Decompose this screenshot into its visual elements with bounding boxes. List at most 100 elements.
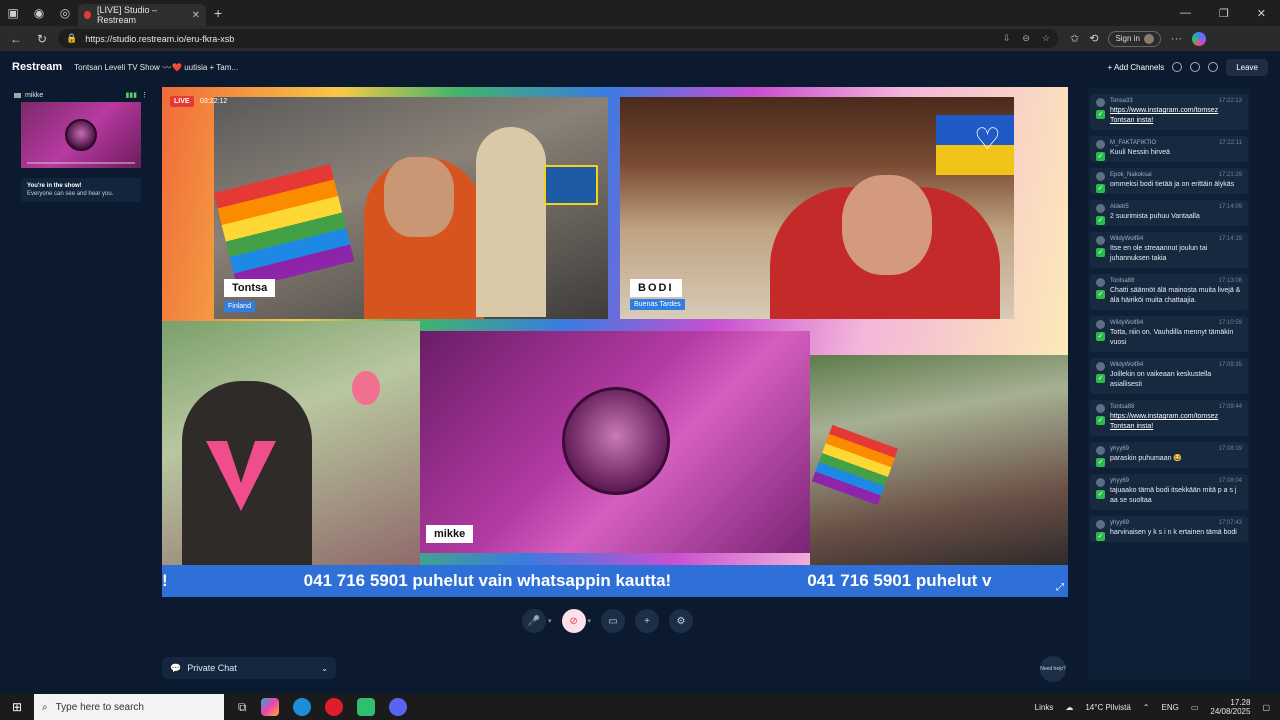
video-tile-mikke[interactable] <box>420 331 810 553</box>
ticker-banner: ! 041 716 5901 puhelut vain whatsappin k… <box>162 565 1068 597</box>
chat-text[interactable]: https://www.instagram.com/tomsez Tontsan… <box>1096 106 1244 126</box>
stage-canvas: LIVE 03:22:12 Tontsa Finland ♡ BODI Buen… <box>162 87 1068 597</box>
in-show-notice: You're in the show! Everyone can see and… <box>21 178 141 202</box>
new-tab-icon[interactable]: + <box>214 5 222 21</box>
info-icon[interactable] <box>1190 62 1201 72</box>
youtube-icon <box>1096 404 1105 413</box>
zoom-icon[interactable]: ⊖ <box>1022 33 1030 44</box>
rainbow-flag-2 <box>811 424 899 506</box>
need-help-button[interactable]: Need help? <box>1040 656 1066 682</box>
taskbar-apps: ⧉ <box>238 698 407 716</box>
chat-text: paraskin puhumaan 😂 <box>1110 455 1183 462</box>
lock-icon: 🔒 <box>66 33 78 43</box>
clock[interactable]: 17.28 24/08/2025 <box>1210 698 1250 716</box>
settings-icon[interactable] <box>1172 62 1183 72</box>
preview-header: mikke ▮▮▮ ⋮ <box>14 88 148 102</box>
chat-timestamp: 17:07:43 <box>1218 520 1242 526</box>
refresh-icon[interactable]: ↻ <box>32 32 52 46</box>
heart-icon: ♡ <box>974 123 1001 156</box>
preview-name: mikke <box>25 91 44 99</box>
preview-menu-icon[interactable]: ⋮ <box>141 91 148 99</box>
app-icon-1[interactable] <box>260 698 279 716</box>
sign-in-button[interactable]: Sign in <box>1108 30 1161 47</box>
self-preview-video[interactable] <box>21 102 141 168</box>
youtube-icon <box>1096 236 1105 245</box>
add-source-button[interactable]: + <box>635 609 660 633</box>
app-icon-4[interactable] <box>356 698 375 716</box>
record-icon[interactable]: ◎ <box>52 0 78 26</box>
network-icon[interactable]: ▭ <box>1191 703 1199 712</box>
history-icon[interactable]: ⟲ <box>1089 32 1098 45</box>
cloud-icon: ☁ <box>1065 702 1074 712</box>
opera-icon[interactable] <box>324 698 343 716</box>
image-tile-left[interactable] <box>162 321 420 565</box>
copilot-icon[interactable] <box>1191 31 1206 46</box>
leave-button[interactable]: Leave <box>1226 58 1268 76</box>
close-window-icon[interactable]: ✕ <box>1257 7 1266 20</box>
close-tab-icon[interactable]: ✕ <box>192 10 200 21</box>
checkmark-icon: ✓ <box>1096 458 1105 467</box>
notifications-icon[interactable]: ▢ <box>1262 703 1270 712</box>
app-icon-5[interactable] <box>388 698 407 716</box>
maximize-icon[interactable]: ❐ <box>1219 7 1229 20</box>
tab-restream[interactable]: [LIVE] Studio – Restream ✕ <box>78 4 206 26</box>
guest-sub-bodi: Buenas Tardes <box>630 299 685 310</box>
language-label[interactable]: ENG <box>1161 703 1178 712</box>
download-icon[interactable]: ⇩ <box>1003 33 1011 44</box>
header-actions: + Add Channels Leave <box>1107 58 1268 76</box>
taskbar-search[interactable]: ⌕ Type here to search <box>34 694 224 720</box>
chat-text[interactable]: https://www.instagram.com/tomsez Tontsan… <box>1096 412 1244 432</box>
chat-timestamp: 17:14:19 <box>1218 236 1242 242</box>
microphone-button[interactable]: 🎤 <box>522 609 546 633</box>
show-title[interactable]: Tontsan Leveli TV Show 〰️❤️ uutisia + Ta… <box>74 63 238 72</box>
clock-time: 17.28 <box>1230 698 1251 707</box>
share-screen-button[interactable]: ▭ <box>601 609 626 633</box>
recording-dot-icon <box>84 11 91 19</box>
layout-icon[interactable] <box>1208 62 1219 72</box>
chat-text: ommeksi bodi tietää ja on erittäin älykä… <box>1110 181 1235 188</box>
brand-logo[interactable]: Restream <box>12 61 62 73</box>
browser-toolbar: ✩ ⟲ Sign in ··· <box>1070 30 1206 47</box>
weather-text[interactable]: 14°C Pilvistä <box>1085 703 1130 712</box>
fullscreen-icon[interactable]: ⤢ <box>1056 582 1064 593</box>
image-tile-right[interactable] <box>810 355 1068 565</box>
tab-title: [LIVE] Studio – Restream <box>96 5 158 25</box>
more-menu-icon[interactable]: ··· <box>1171 33 1182 45</box>
search-icon: ⌕ <box>42 701 48 713</box>
workspaces-icon[interactable]: ◉ <box>26 0 52 26</box>
chevron-down-icon: ⌄ <box>321 663 328 673</box>
links-toolbar[interactable]: Links <box>1035 703 1054 712</box>
chat-text: Itse en ole streaannut joulun tai juhann… <box>1110 245 1208 262</box>
private-chat-toggle[interactable]: 💬 Private Chat ⌄ <box>162 657 336 679</box>
chat-message: ✓ WildyWolf84 17:10:59 Totta, niin on. Vauh… <box>1090 316 1248 352</box>
windows-start-icon[interactable]: ⊞ <box>0 700 34 714</box>
settings-button[interactable]: ⚙ <box>669 609 694 633</box>
minimize-icon[interactable]: — <box>1180 7 1191 20</box>
url-field[interactable]: 🔒 https://studio.restream.io/eru-fkra-xs… <box>58 29 1058 48</box>
camera-options-chevron-icon[interactable]: ▾ <box>588 617 592 625</box>
chat-timestamp: 17:09:44 <box>1218 404 1242 410</box>
ticker-text-a: ! <box>162 571 168 590</box>
youtube-icon <box>1096 520 1105 529</box>
chat-message: ✓ Aldeb5 17:14:09 2 suurimista puhuu Vantaa… <box>1090 200 1248 226</box>
window-menu-icon[interactable]: ▣ <box>0 0 26 26</box>
mic-options-chevron-icon[interactable]: ▾ <box>548 617 552 625</box>
camera-off-button[interactable]: ⊘ <box>561 609 586 633</box>
chat-timestamp: 17:08:04 <box>1218 478 1242 484</box>
youtube-icon <box>1096 446 1105 455</box>
chat-timestamp: 17:08:19 <box>1218 446 1242 452</box>
checkmark-icon: ✓ <box>1096 332 1105 341</box>
chat-timestamp: 17:10:59 <box>1218 320 1242 326</box>
add-channels-button[interactable]: + Add Channels <box>1107 63 1164 72</box>
chat-text: Chatti säännöt älä mainosta muita livejä… <box>1110 287 1241 304</box>
favorites-bar-icon[interactable]: ✩ <box>1070 32 1079 45</box>
chat-message: ✓ Epok_Nakoksai 17:21:29 ommeksi bodi tietä… <box>1090 168 1248 194</box>
favorite-icon[interactable]: ☆ <box>1042 33 1050 44</box>
youtube-icon <box>1096 278 1105 287</box>
edge-icon[interactable] <box>292 698 311 716</box>
rainbow-flag <box>214 163 355 291</box>
back-icon[interactable]: ← <box>6 32 26 46</box>
task-view-icon[interactable]: ⧉ <box>238 700 247 715</box>
youtube-icon <box>1096 478 1105 487</box>
chevron-up-icon[interactable]: ⌃ <box>1143 703 1150 712</box>
